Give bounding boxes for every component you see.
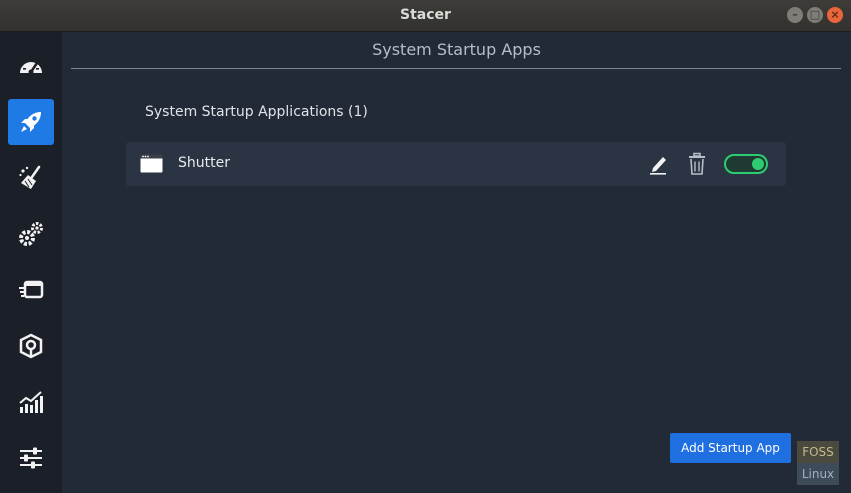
main-content: System Startup Apps System Startup Appli… xyxy=(62,32,851,493)
window-controls: – □ × xyxy=(787,7,843,23)
broom-cleaner-icon xyxy=(19,165,41,189)
maximize-icon[interactable]: □ xyxy=(807,7,823,23)
section-title: System Startup Applications (1) xyxy=(145,104,368,120)
sidebar-item-resources[interactable] xyxy=(8,379,54,425)
watermark-bottom: Linux xyxy=(797,463,839,485)
app-name: Shutter xyxy=(178,155,230,171)
resources-chart-icon xyxy=(19,391,43,413)
sidebar-item-settings[interactable] xyxy=(8,435,54,481)
startup-app-row: Shutter xyxy=(126,142,786,186)
sidebar-item-uninstaller[interactable] xyxy=(8,323,54,369)
add-startup-app-button[interactable]: Add Startup App xyxy=(670,433,791,463)
edit-icon[interactable] xyxy=(648,153,668,175)
watermark-logo: FOSS Linux xyxy=(797,441,839,485)
close-icon[interactable]: × xyxy=(827,7,843,23)
rocket-icon xyxy=(21,112,41,132)
page-title: System Startup Apps xyxy=(372,40,541,59)
title-divider xyxy=(71,68,841,69)
delete-icon[interactable] xyxy=(686,152,708,176)
watermark-top: FOSS xyxy=(797,441,839,463)
toggle-knob xyxy=(752,158,764,170)
enable-toggle[interactable] xyxy=(724,154,768,174)
processes-icon xyxy=(19,280,44,299)
stacer-window: Stacer – □ × System Startup Apps System … xyxy=(0,0,851,493)
window-title: Stacer xyxy=(400,7,451,23)
sidebar-item-services[interactable] xyxy=(8,211,54,257)
sidebar-item-dashboard[interactable] xyxy=(8,44,54,90)
sidebar-item-system-cleaner[interactable] xyxy=(8,155,54,201)
title-bar: Stacer – □ × xyxy=(0,0,851,32)
sidebar-item-processes[interactable] xyxy=(8,267,54,313)
minimize-icon[interactable]: – xyxy=(787,7,803,23)
dashboard-gauge-icon xyxy=(20,61,42,75)
settings-sliders-icon xyxy=(20,447,42,469)
gears-services-icon xyxy=(19,222,43,246)
sidebar-item-startup-apps[interactable] xyxy=(8,99,54,145)
sidebar xyxy=(0,32,62,493)
window-app-icon xyxy=(140,154,163,173)
uninstaller-package-icon xyxy=(19,333,43,359)
